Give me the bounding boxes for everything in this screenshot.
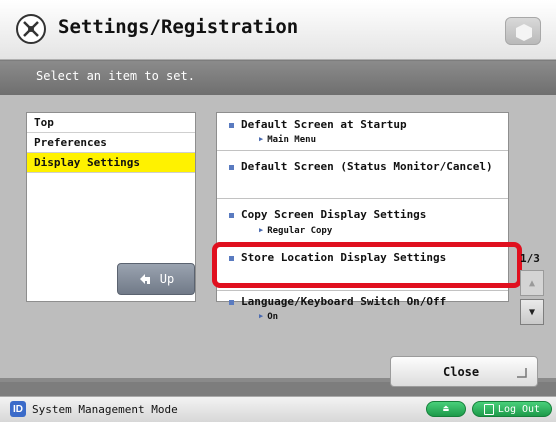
setting-default-screen-status-monitor[interactable]: Default Screen (Status Monitor/Cancel) <box>217 151 508 199</box>
settings-registration-icon <box>16 14 46 44</box>
scroll-down-button[interactable]: ▼ <box>520 299 544 325</box>
bullet-icon <box>229 123 234 128</box>
setting-value: On <box>259 312 278 322</box>
category-item-display-settings[interactable]: Display Settings <box>27 153 195 173</box>
setting-label: Default Screen at Startup <box>241 118 407 131</box>
triangle-down-icon: ▼ <box>528 306 536 318</box>
up-button[interactable]: Up <box>117 263 195 295</box>
triangle-up-icon: ▲ <box>528 277 536 289</box>
bullet-icon <box>229 213 234 218</box>
bullet-icon <box>229 165 234 170</box>
corner-arrow-icon <box>517 368 527 378</box>
close-button-label: Close <box>443 365 480 379</box>
setting-default-screen-startup[interactable]: Default Screen at Startup Main Menu <box>217 113 508 151</box>
category-item-top[interactable]: Top <box>27 113 195 133</box>
setting-copy-screen-display[interactable]: Copy Screen Display Settings Regular Cop… <box>217 199 508 245</box>
highlight-box <box>212 242 522 288</box>
setting-label: Default Screen (Status Monitor/Cancel) <box>241 160 493 173</box>
page-title: Settings/Registration <box>58 16 299 38</box>
eject-button[interactable]: ⏏ <box>426 401 466 417</box>
up-arrow-icon <box>139 274 150 284</box>
bullet-icon <box>229 300 234 305</box>
eject-icon: ⏏ <box>443 404 449 414</box>
system-mode-text: System Management Mode <box>32 403 178 416</box>
log-out-label: Log Out <box>497 403 541 415</box>
scroll-up-button[interactable]: ▲ <box>520 270 544 296</box>
up-button-label: Up <box>159 272 175 286</box>
instruction-text: Select an item to set. <box>36 69 195 83</box>
log-out-icon <box>483 403 494 415</box>
setting-label: Copy Screen Display Settings <box>241 208 427 221</box>
setting-label: Language/Keyboard Switch On/Off <box>241 295 447 308</box>
top-shortcut-button[interactable] <box>505 17 541 45</box>
log-out-button[interactable]: Log Out <box>472 401 552 417</box>
id-badge-icon: ID <box>10 401 26 417</box>
setting-value: Regular Copy <box>259 226 332 236</box>
shortcut-icon <box>516 24 532 41</box>
setting-value: Main Menu <box>259 135 316 145</box>
close-button[interactable]: Close <box>390 356 538 387</box>
setting-language-keyboard-switch[interactable]: Language/Keyboard Switch On/Off On <box>217 291 508 337</box>
page-indicator: 1/3 <box>520 252 540 265</box>
category-item-preferences[interactable]: Preferences <box>27 133 195 153</box>
